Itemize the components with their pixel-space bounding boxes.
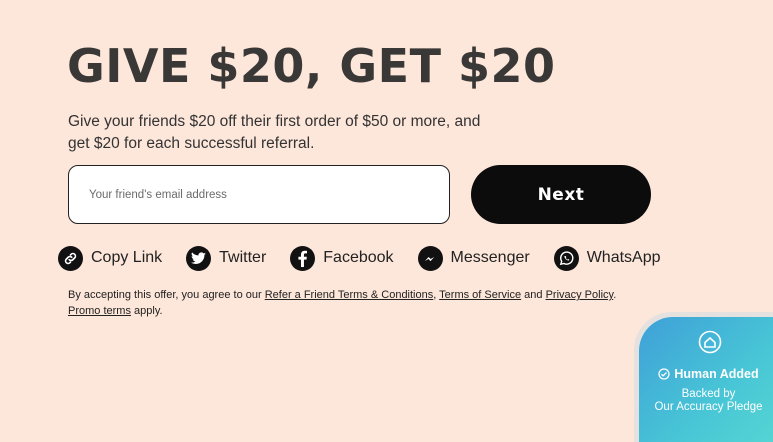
messenger-icon (417, 245, 443, 271)
friend-email-input[interactable] (87, 187, 449, 202)
twitter-icon (186, 245, 212, 271)
badge-panel: Human Added Backed by Our Accuracy Pledg… (639, 317, 773, 442)
whatsapp-icon (553, 245, 579, 271)
facebook-icon (290, 245, 316, 271)
offer-description: Give your friends $20 off their first or… (68, 113, 481, 152)
email-field-container[interactable] (68, 165, 450, 224)
badge-subtitle-1: Backed by (681, 388, 736, 400)
share-label: Twitter (219, 249, 267, 266)
next-button[interactable]: Next (471, 165, 651, 224)
house-shield-icon (698, 330, 722, 354)
share-twitter[interactable]: Twitter (186, 245, 267, 271)
share-whatsapp[interactable]: WhatsApp (553, 245, 661, 271)
refer-terms-link[interactable]: Refer a Friend Terms & Conditions (265, 289, 434, 301)
share-options: Copy Link Twitter Facebook Messenger Wha… (58, 244, 685, 272)
share-label: WhatsApp (586, 249, 661, 266)
share-copy-link[interactable]: Copy Link (58, 245, 163, 271)
share-facebook[interactable]: Facebook (290, 245, 394, 271)
accuracy-badge[interactable]: Human Added Backed by Our Accuracy Pledg… (634, 312, 773, 442)
share-label: Facebook (323, 249, 394, 266)
badge-subtitle-2: Our Accuracy Pledge (654, 400, 763, 413)
privacy-policy-link[interactable]: Privacy Policy (546, 289, 614, 301)
share-messenger[interactable]: Messenger (417, 245, 530, 271)
check-circle-icon (658, 368, 670, 380)
share-label: Messenger (450, 249, 530, 266)
terms-of-service-link[interactable]: Terms of Service (439, 289, 521, 301)
terms-text: By accepting this offer, you agree to ou… (68, 289, 617, 317)
page-title: GIVE $20, GET $20 (67, 39, 556, 93)
link-icon (58, 245, 83, 271)
share-label: Copy Link (91, 249, 163, 266)
promo-terms-link[interactable]: Promo terms (68, 305, 131, 317)
badge-title: Human Added (674, 367, 759, 381)
